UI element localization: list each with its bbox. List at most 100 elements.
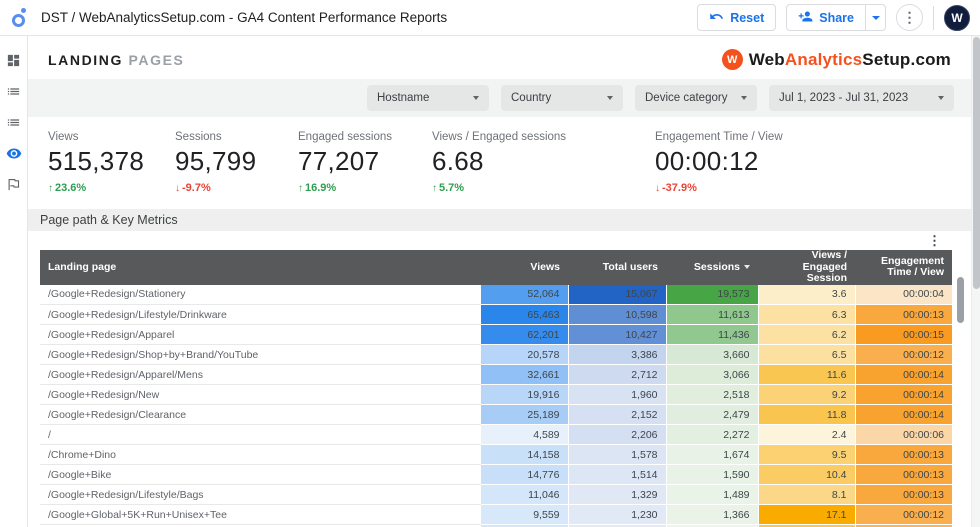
looker-studio-report-viewer: DST / WebAnalyticsSetup.com - GA4 Conten… [0, 0, 980, 527]
landing-pages-table: Landing pageViewsTotal usersSessionsView… [40, 250, 952, 527]
scorecard-label: Views [48, 131, 175, 143]
chart-options-icon[interactable]: ⋮ [928, 234, 941, 248]
metric-cell: 10,427 [568, 325, 666, 345]
landing-page-cell: /Google+Bike [40, 465, 480, 485]
table-row: /Google+Redesign/Lifestyle/Drinkware65,4… [40, 305, 952, 325]
landing-page-cell: /Google+Redesign/Apparel/Mens [40, 365, 480, 385]
table-row: /Google+Global+5K+Run+Unisex+Tee9,5591,2… [40, 505, 952, 525]
scorecard-value: 6.68 [432, 146, 655, 177]
metric-cell: 2,272 [666, 425, 758, 445]
chevron-down-icon [473, 96, 479, 100]
left-sidebar [0, 36, 28, 527]
metric-cell: 3,066 [666, 365, 758, 385]
scorecard-value: 515,378 [48, 146, 175, 177]
delta-text: 16.9% [305, 182, 336, 194]
scorecard-label: Engagement Time / View [655, 131, 783, 143]
share-dropdown-button[interactable] [865, 5, 885, 30]
list-icon[interactable] [6, 114, 22, 130]
report-document-title: DST / WebAnalyticsSetup.com - GA4 Conten… [41, 10, 447, 25]
list-icon[interactable] [6, 83, 22, 99]
dashboard-icon[interactable] [6, 52, 22, 68]
flag-icon[interactable] [6, 176, 22, 192]
undo-icon [709, 9, 724, 27]
page-title-bold: LANDING [48, 52, 123, 68]
page-title-light: PAGES [128, 52, 184, 68]
table-row: /Google+Redesign/Apparel62,20110,42711,4… [40, 325, 952, 345]
reset-button-label: Reset [730, 11, 764, 25]
metric-cell: 14,776 [480, 465, 568, 485]
metric-cell: 1,230 [568, 505, 666, 525]
landing-page-cell: /Google+Redesign/Lifestyle/Bags [40, 485, 480, 505]
column-header[interactable]: Sessions [666, 250, 758, 285]
page-scrollbar-thumb[interactable] [973, 37, 980, 289]
metric-cell: 10.4 [758, 465, 855, 485]
scorecard-value: 77,207 [298, 146, 432, 177]
metric-cell: 00:00:13 [855, 485, 952, 505]
scorecard-delta: ↑5.7% [432, 182, 655, 194]
landing-page-cell: /Google+Global+5K+Run+Unisex+Tee [40, 505, 480, 525]
share-split-button: Share [786, 4, 886, 31]
scorecard-delta: ↑23.6% [48, 182, 175, 194]
filter-control[interactable]: Country [501, 85, 623, 111]
eye-icon[interactable] [6, 145, 22, 161]
table-row: /Chrome+Dino14,1581,5781,6749.500:00:13 [40, 445, 952, 465]
section-header: Page path & Key Metrics [28, 209, 971, 231]
filter-label: Country [511, 92, 551, 104]
column-header[interactable]: Engagement Time / View [855, 250, 952, 285]
metric-cell: 2,518 [666, 385, 758, 405]
metric-cell: 2,152 [568, 405, 666, 425]
metric-cell: 20,578 [480, 345, 568, 365]
metric-cell: 00:00:13 [855, 445, 952, 465]
column-header[interactable]: Total users [568, 250, 666, 285]
metric-cell: 11,436 [666, 325, 758, 345]
brand-word-web: Web [749, 50, 785, 69]
column-header[interactable]: Views [480, 250, 568, 285]
metric-cell: 14,158 [480, 445, 568, 465]
metric-cell: 19,573 [666, 285, 758, 305]
reset-button[interactable]: Reset [697, 4, 776, 31]
column-header[interactable]: Landing page [40, 250, 480, 285]
column-header[interactable]: Views / Engaged Session [758, 250, 855, 285]
scorecard-label: Sessions [175, 131, 298, 143]
metric-cell: 6.5 [758, 345, 855, 365]
metric-cell: 1,578 [568, 445, 666, 465]
delta-arrow-icon: ↑ [48, 183, 53, 194]
table-row: /Google+Redesign/Apparel/Mens32,6612,712… [40, 365, 952, 385]
scorecard-label: Views / Engaged sessions [432, 131, 655, 143]
chevron-down-icon [741, 96, 747, 100]
avatar[interactable]: W [944, 5, 970, 31]
metric-cell: 19,916 [480, 385, 568, 405]
chevron-down-icon [872, 16, 880, 20]
metric-cell: 15,067 [568, 285, 666, 305]
chevron-down-icon [938, 96, 944, 100]
metric-cell: 1,366 [666, 505, 758, 525]
scorecard-delta: ↓-9.7% [175, 182, 298, 194]
report-canvas: LANDING PAGES W WebAnalyticsSetup.com Ho… [28, 36, 971, 527]
metric-cell: 1,674 [666, 445, 758, 465]
person-add-icon [798, 9, 813, 27]
chevron-down-icon [607, 96, 613, 100]
delta-arrow-icon: ↓ [655, 183, 660, 194]
more-options-button[interactable]: ⋮ [896, 4, 923, 31]
metric-cell: 00:00:04 [855, 285, 952, 305]
metric-cell: 00:00:14 [855, 385, 952, 405]
delta-text: -37.9% [662, 182, 697, 194]
metric-cell: 17.1 [758, 505, 855, 525]
metric-cell: 00:00:13 [855, 465, 952, 485]
metric-cell: 1,960 [568, 385, 666, 405]
metric-cell: 00:00:14 [855, 365, 952, 385]
scorecards-row: Views 515,378 ↑23.6% Sessions 95,799 ↓-9… [28, 117, 971, 194]
metric-cell: 9.5 [758, 445, 855, 465]
filter-control[interactable]: Device category [635, 85, 757, 111]
filter-label: Jul 1, 2023 - Jul 31, 2023 [779, 92, 908, 104]
filter-control[interactable]: Jul 1, 2023 - Jul 31, 2023 [769, 85, 954, 111]
table-scrollbar-thumb[interactable] [957, 277, 964, 323]
share-button[interactable]: Share [787, 5, 865, 30]
metric-cell: 2,479 [666, 405, 758, 425]
scorecard-delta: ↓-37.9% [655, 182, 783, 194]
metric-cell: 10,598 [568, 305, 666, 325]
scorecard: Views / Engaged sessions 6.68 ↑5.7% [432, 131, 655, 194]
filter-control[interactable]: Hostname [367, 85, 489, 111]
looker-studio-logo-icon [10, 7, 28, 29]
filter-label: Hostname [377, 92, 429, 104]
